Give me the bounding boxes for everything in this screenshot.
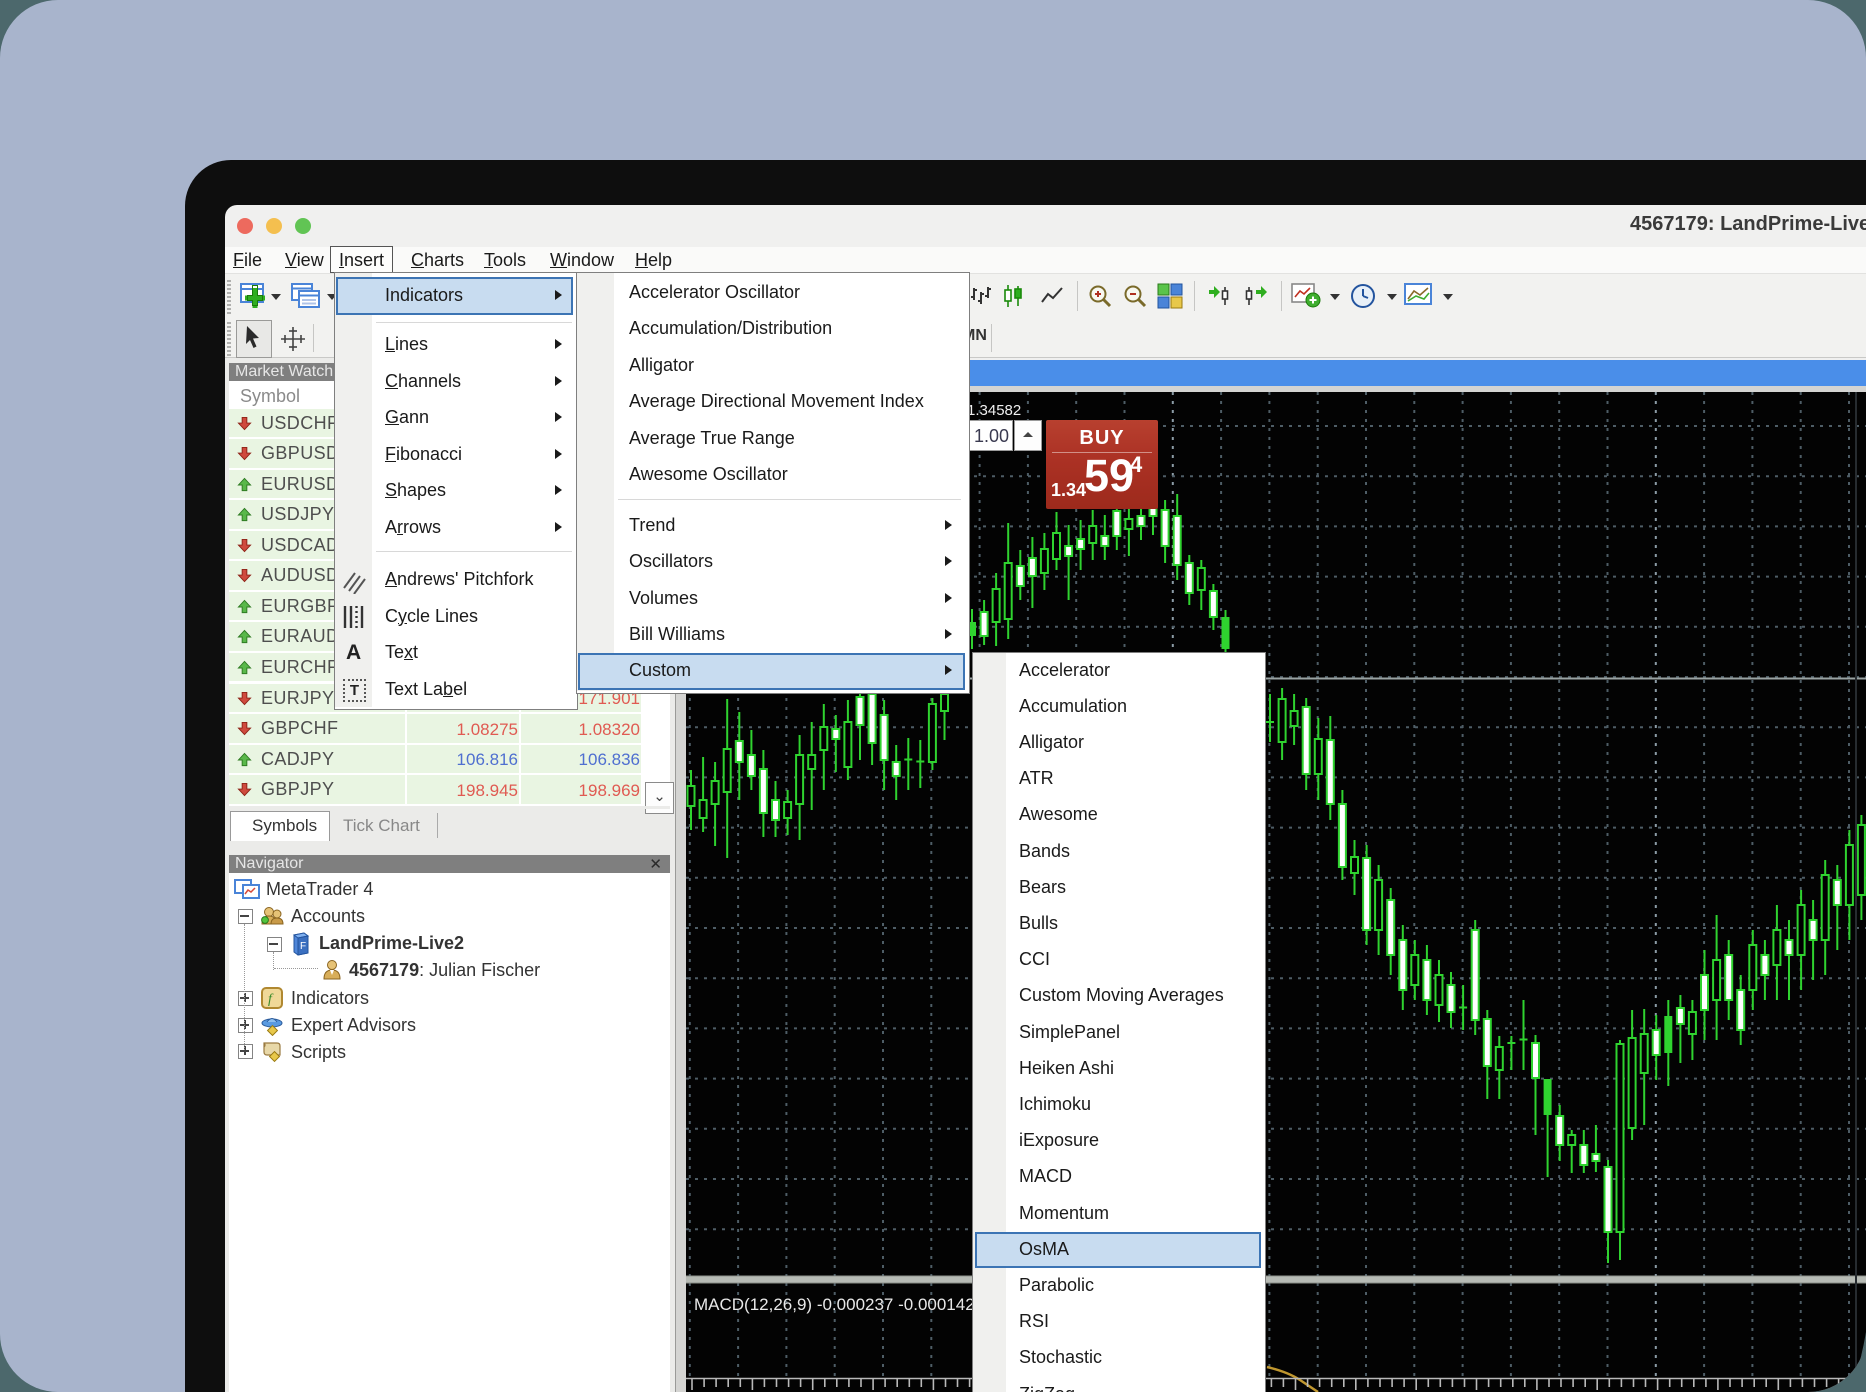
svg-text:F: F [300,941,306,952]
svg-text:MACD(12,26,9) -0.000237 -0.000: MACD(12,26,9) -0.000237 -0.000142 [694,1295,975,1314]
svg-text:1.34582: 1.34582 [967,402,1021,419]
